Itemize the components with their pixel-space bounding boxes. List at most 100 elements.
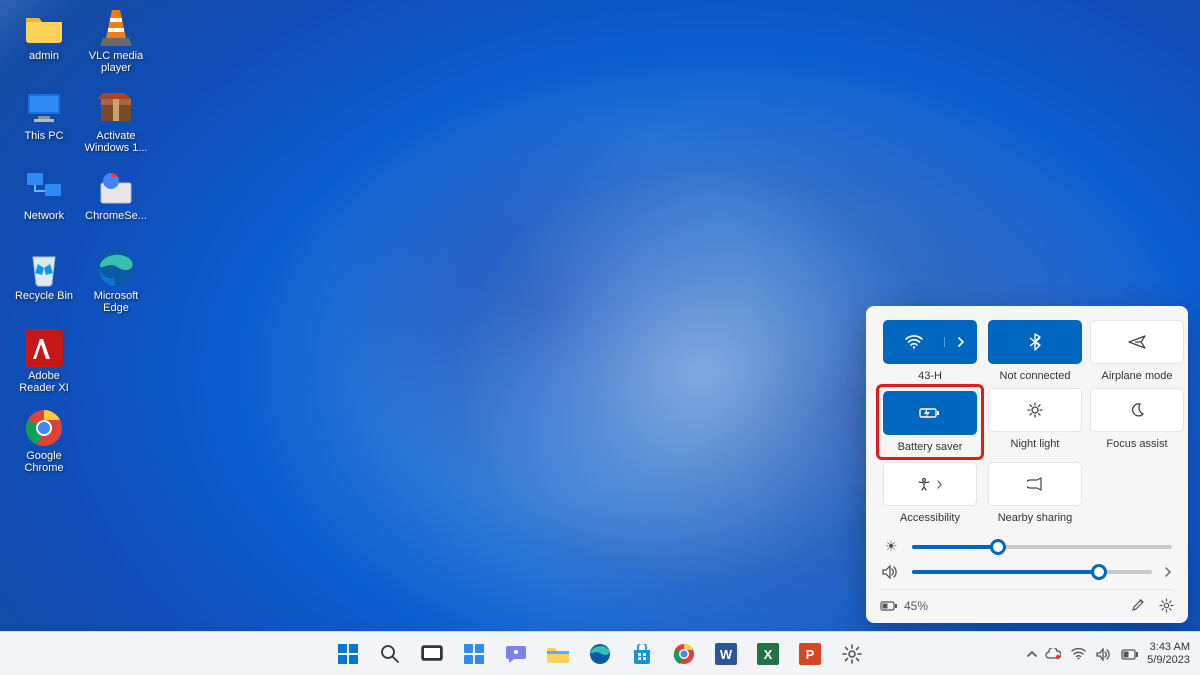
accessibility-tile[interactable] — [883, 462, 977, 506]
brightness-slider[interactable] — [912, 545, 1172, 549]
pc-icon — [24, 88, 64, 128]
settings-button[interactable] — [1159, 598, 1174, 613]
task-view-button[interactable] — [413, 635, 451, 673]
nearby-sharing-label: Nearby sharing — [998, 512, 1073, 524]
desktop-icon-label: Google Chrome — [8, 450, 80, 474]
chrome-button[interactable] — [665, 635, 703, 673]
share-icon — [1027, 477, 1043, 491]
desktop-icon-network[interactable]: Network — [8, 164, 80, 242]
volume-tray-icon — [1096, 648, 1111, 661]
desktop-icon-label: VLC media player — [80, 50, 152, 74]
chat-button[interactable] — [497, 635, 535, 673]
vlc-icon — [96, 8, 136, 48]
edge-button[interactable] — [581, 635, 619, 673]
qs-item-accessibility: Accessibility — [880, 462, 980, 524]
qs-item-nearby-sharing: Nearby sharing — [988, 462, 1082, 524]
desktop-icons-column-2: VLC media player Activate Windows 1... C… — [80, 4, 152, 322]
nearby-sharing-tile[interactable] — [988, 462, 1082, 506]
bluetooth-icon — [1029, 333, 1041, 351]
recycle-icon — [24, 248, 64, 288]
battery-saver-tile[interactable] — [883, 391, 977, 435]
airplane-label: Airplane mode — [1102, 370, 1173, 382]
start-button[interactable] — [329, 635, 367, 673]
word-button[interactable]: W — [707, 635, 745, 673]
brightness-icon — [1027, 402, 1043, 418]
desktop-icon-vlc[interactable]: VLC media player — [80, 4, 152, 82]
desktop-icon-winrar[interactable]: Activate Windows 1... — [80, 84, 152, 162]
moon-icon — [1130, 403, 1144, 417]
battery-tray-icon — [1121, 649, 1139, 660]
focus-assist-label: Focus assist — [1106, 438, 1167, 450]
desktop-icon-label: Recycle Bin — [13, 290, 75, 302]
battery-icon — [880, 600, 898, 612]
desktop-icon-chrome-setup[interactable]: ChromeSe... — [80, 164, 152, 242]
explorer-button[interactable] — [539, 635, 577, 673]
wifi-label: 43-H — [918, 370, 942, 382]
bluetooth-tile[interactable] — [988, 320, 1082, 364]
desktop-icon-recycle-bin[interactable]: Recycle Bin — [8, 244, 80, 322]
time-text: 3:43 AM — [1150, 641, 1190, 654]
desktop-icon-this-pc[interactable]: This PC — [8, 84, 80, 162]
settings-button-taskbar[interactable] — [833, 635, 871, 673]
desktop-icon-label: Microsoft Edge — [80, 290, 152, 314]
installer-icon — [96, 168, 136, 208]
qs-item-battery-saver: Battery saver — [876, 384, 984, 460]
adobe-icon — [24, 328, 64, 368]
chrome-icon — [24, 408, 64, 448]
desktop-icon-google-chrome[interactable]: Google Chrome — [8, 404, 80, 482]
focus-assist-tile[interactable] — [1090, 388, 1184, 432]
date-text: 5/9/2023 — [1147, 654, 1190, 667]
accessibility-label: Accessibility — [900, 512, 960, 524]
quick-settings-footer: 45% — [880, 589, 1174, 613]
battery-saver-label: Battery saver — [898, 441, 963, 453]
clock[interactable]: 3:43 AM 5/9/2023 — [1147, 641, 1192, 667]
store-button[interactable] — [623, 635, 661, 673]
desktop-icon-admin[interactable]: admin — [8, 4, 80, 82]
qs-item-bluetooth: Not connected — [988, 320, 1082, 382]
desktop[interactable]: admin This PC Network Recycle Bin Adobe … — [0, 0, 1200, 675]
winrar-icon — [96, 88, 136, 128]
desktop-icon-label: admin — [27, 50, 61, 62]
qs-item-night-light: Night light — [988, 388, 1082, 456]
accessibility-icon — [917, 477, 943, 491]
night-light-tile[interactable] — [988, 388, 1082, 432]
airplane-tile[interactable] — [1090, 320, 1184, 364]
desktop-icon-edge[interactable]: Microsoft Edge — [80, 244, 152, 322]
edit-button[interactable] — [1131, 598, 1145, 613]
volume-expand-button[interactable] — [1164, 567, 1172, 577]
battery-percent: 45% — [904, 599, 928, 613]
brightness-slider-row: ☀ — [882, 538, 1172, 555]
powerpoint-button[interactable]: P — [791, 635, 829, 673]
desktop-icons-column-1: admin This PC Network Recycle Bin Adobe … — [8, 4, 80, 482]
network-icon — [24, 168, 64, 208]
wifi-expand-button[interactable] — [944, 337, 976, 347]
desktop-icon-label: ChromeSe... — [83, 210, 149, 222]
svg-text:W: W — [720, 647, 733, 662]
volume-slider[interactable] — [912, 570, 1152, 574]
excel-button[interactable]: X — [749, 635, 787, 673]
desktop-icon-label: This PC — [22, 130, 65, 142]
battery-status[interactable]: 45% — [880, 599, 928, 613]
search-button[interactable] — [371, 635, 409, 673]
airplane-icon — [1128, 334, 1146, 350]
widgets-button[interactable] — [455, 635, 493, 673]
svg-text:P: P — [806, 647, 815, 662]
volume-slider-row — [882, 565, 1172, 579]
quick-settings-actions — [1131, 598, 1174, 613]
night-light-label: Night light — [1011, 438, 1060, 450]
qs-item-wifi: 43-H — [880, 320, 980, 382]
desktop-icon-label: Activate Windows 1... — [80, 130, 152, 154]
folder-icon — [24, 8, 64, 48]
svg-text:X: X — [764, 647, 773, 662]
qs-item-focus-assist: Focus assist — [1090, 388, 1184, 456]
wifi-icon — [884, 335, 944, 349]
tray-overflow-button[interactable] — [1027, 650, 1037, 658]
desktop-icon-adobe-reader[interactable]: Adobe Reader XI — [8, 324, 80, 402]
tray-icons[interactable] — [1045, 648, 1139, 661]
edge-icon — [96, 248, 136, 288]
quick-settings-grid: 43-H Not connected Airplane mode Battery… — [880, 320, 1174, 524]
qs-item-airplane-mode: Airplane mode — [1090, 320, 1184, 382]
wifi-tile[interactable] — [883, 320, 977, 364]
brightness-icon: ☀ — [882, 538, 900, 555]
onedrive-tray-icon — [1045, 648, 1061, 660]
